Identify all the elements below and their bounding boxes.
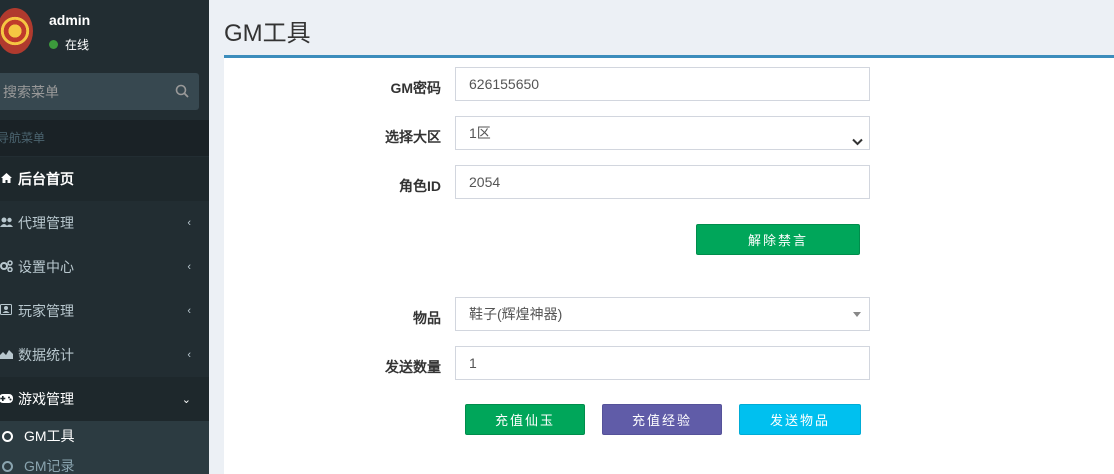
user-name: admin (49, 12, 91, 28)
sidebar-subitem-label: GM记录 (24, 458, 75, 474)
sidebar: admin 在线 导航菜单 后台首页 代理管理 ‹ (0, 0, 209, 474)
sidebar-menu: 后台首页 代理管理 ‹ 设置中心 ‹ 玩家管理 ‹ 数据统计 ‹ 游戏管理 ⌄ … (0, 157, 209, 474)
recharge-exp-button[interactable]: 充值经验 (602, 404, 722, 435)
player-icon (0, 304, 15, 318)
sidebar-subitem-label: GM工具 (24, 428, 75, 444)
quantity-label: 发送数量 (385, 359, 441, 375)
gm-form-box: GM密码 626155650 选择大区 1区 角色ID 2054 解除禁言 物品… (224, 55, 1114, 474)
page-title: GM工具 (224, 20, 311, 47)
gm-password-label: GM密码 (390, 80, 441, 96)
sidebar-item-label: 代理管理 (18, 215, 74, 231)
sidebar-item-players[interactable]: 玩家管理 ‹ (0, 289, 209, 333)
region-select[interactable]: 1区 (455, 116, 870, 150)
sidebar-item-agents[interactable]: 代理管理 ‹ (0, 201, 209, 245)
home-icon (0, 172, 15, 186)
item-select[interactable]: 鞋子(辉煌神器) (455, 297, 870, 331)
sidebar-item-label: 设置中心 (18, 259, 74, 275)
chart-icon (0, 348, 15, 362)
nav-header: 导航菜单 (0, 120, 209, 156)
sidebar-item-label: 后台首页 (18, 171, 74, 187)
region-select-value: 1区 (469, 125, 491, 141)
chevron-left-icon: ‹ (187, 349, 191, 361)
user-panel: admin 在线 (0, 0, 209, 68)
sidebar-item-settings[interactable]: 设置中心 ‹ (0, 245, 209, 289)
main-content: GM工具 GM密码 626155650 选择大区 1区 角色ID 2054 解除… (209, 0, 1114, 474)
sidebar-item-label: 游戏管理 (18, 391, 74, 407)
online-status-icon (49, 40, 58, 49)
role-id-field[interactable]: 2054 (455, 165, 870, 199)
item-select-value: 鞋子(辉煌神器) (469, 306, 563, 322)
status-text: 在线 (65, 38, 90, 52)
chevron-left-icon: ‹ (187, 261, 191, 273)
gamepad-icon (0, 392, 15, 406)
sidebar-subitem-gm-tools[interactable]: GM工具 (0, 421, 209, 451)
sidebar-item-home[interactable]: 后台首页 (0, 157, 209, 201)
sidebar-item-label: 数据统计 (18, 347, 74, 363)
avatar (0, 8, 33, 54)
submenu-game: GM工具 GM记录 (0, 421, 209, 474)
sidebar-item-game[interactable]: 游戏管理 ⌄ (0, 377, 209, 421)
sidebar-subitem-gm-records[interactable]: GM记录 (0, 451, 209, 474)
gm-password-field[interactable]: 626155650 (455, 67, 870, 101)
recharge-jade-button[interactable]: 充值仙玉 (465, 404, 585, 435)
sidebar-search (0, 73, 199, 110)
chevron-down-icon (852, 127, 863, 159)
role-id-label: 角色ID (399, 178, 441, 194)
chevron-left-icon: ‹ (187, 305, 191, 317)
chevron-left-icon: ‹ (187, 217, 191, 229)
quantity-field[interactable]: 1 (455, 346, 870, 380)
search-icon[interactable] (175, 84, 189, 98)
sidebar-item-stats[interactable]: 数据统计 ‹ (0, 333, 209, 377)
chevron-down-icon: ⌄ (181, 393, 191, 406)
send-item-button[interactable]: 发送物品 (739, 404, 861, 435)
search-input[interactable] (3, 73, 163, 110)
sidebar-item-label: 玩家管理 (18, 303, 74, 319)
image-artifact (579, 203, 699, 273)
item-label: 物品 (413, 310, 441, 326)
users-icon (0, 216, 15, 230)
region-label: 选择大区 (385, 129, 441, 145)
circle-icon (2, 460, 13, 472)
user-status: 在线 (49, 36, 89, 53)
circle-icon (2, 430, 13, 442)
unban-button[interactable]: 解除禁言 (696, 224, 860, 255)
caret-down-icon (853, 312, 861, 317)
settings-icon (0, 259, 15, 275)
